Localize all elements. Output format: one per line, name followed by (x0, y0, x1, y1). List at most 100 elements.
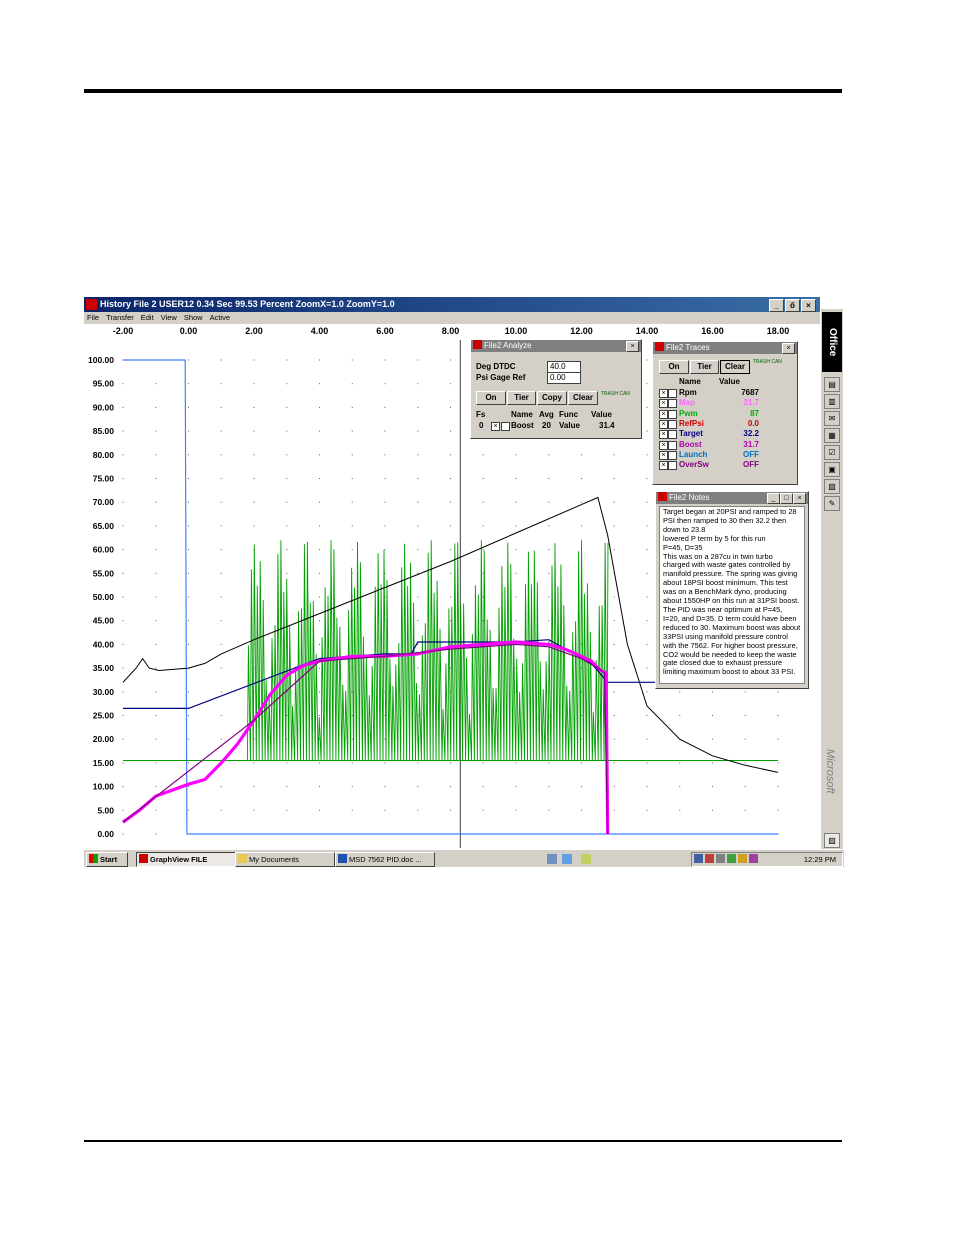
trace-checkbox-on[interactable]: × (659, 461, 668, 471)
tray-shield-icon[interactable] (705, 854, 714, 863)
msd-icon (473, 340, 482, 349)
trace-checkbox-off[interactable] (668, 389, 677, 398)
analyze-on-button[interactable]: On (476, 391, 506, 405)
window-controls: _ ő × (768, 298, 816, 313)
menu-transfer[interactable]: Transfer (106, 313, 134, 322)
grid-dot (122, 809, 124, 811)
office-open-icon[interactable]: ▥ (824, 394, 840, 409)
close-button[interactable]: × (801, 299, 816, 312)
notes-minimize-button[interactable]: _ (767, 493, 780, 504)
grid-dot (122, 454, 124, 456)
office-calendar-icon[interactable]: ▦ (824, 428, 840, 443)
notes-close-button[interactable]: × (793, 493, 806, 504)
grid-dot (220, 786, 222, 788)
trace-checkbox-off[interactable] (668, 461, 677, 471)
trace-value: 31.7 (743, 398, 759, 408)
trace-checkbox-on[interactable]: × (659, 399, 668, 409)
value-header: Value (591, 410, 612, 419)
grid-dot (122, 549, 124, 551)
grid-dot (188, 478, 189, 479)
menu-edit[interactable]: Edit (141, 313, 154, 322)
menu-active[interactable]: Active (210, 313, 230, 322)
analyze-panel: File2 Analyze × Deg DTDC 40.0 Psi Gage Re… (470, 339, 642, 439)
analyze-clear-button[interactable]: Clear (568, 391, 598, 405)
tray-volume-icon[interactable] (716, 854, 725, 863)
notes-text[interactable]: Target began at 20PSI and ramped to 28 P… (659, 506, 805, 684)
office-mail-icon[interactable]: ✉ (824, 411, 840, 426)
office-note-icon[interactable]: ✎ (824, 496, 840, 511)
grid-dot (482, 478, 484, 479)
grid-dot (515, 786, 517, 788)
trace-checkbox-off[interactable] (668, 430, 677, 440)
trace-checkbox-off[interactable] (668, 440, 677, 450)
traces-tier-button[interactable]: Tier (690, 360, 719, 374)
office-contact-icon[interactable]: ▣ (824, 462, 840, 477)
trace-checkbox-on[interactable]: × (659, 389, 668, 398)
task-my-documents-label: My Documents (249, 855, 300, 864)
y-tick-label: 20.00 (93, 734, 115, 744)
office-journal-icon[interactable]: ▧ (824, 479, 840, 494)
trace-checkbox-off[interactable] (668, 399, 677, 409)
grid-dot (417, 643, 419, 645)
analyze-copy-button[interactable]: Copy (537, 391, 567, 405)
office-new-icon[interactable]: ▤ (824, 377, 840, 392)
microsoft-brand: Microsoft (824, 749, 836, 794)
tray-printer-icon[interactable] (738, 854, 747, 863)
grid-dot (351, 809, 353, 811)
menu-show[interactable]: Show (184, 313, 203, 322)
traces-clear-button[interactable]: Clear (720, 360, 750, 374)
office-task-icon[interactable]: ☑ (824, 445, 840, 460)
y-tick-label: 40.00 (93, 639, 115, 649)
x-tick-label: 2.00 (245, 326, 263, 336)
restore-button[interactable]: ő (785, 299, 800, 312)
y-tick-label: 85.00 (93, 426, 115, 436)
trace-checkbox-on[interactable]: × (659, 450, 668, 460)
minimize-button[interactable]: _ (769, 299, 784, 312)
grid-dot (515, 454, 517, 456)
trace-checkbox-on[interactable]: × (659, 430, 668, 440)
trace-checkbox-on[interactable]: × (659, 440, 668, 450)
grid-dot (613, 786, 615, 788)
tray-misc-icon[interactable] (749, 854, 758, 863)
grid-dot (351, 715, 353, 716)
row-checkbox-on[interactable]: × (491, 422, 500, 431)
tray-network-icon[interactable] (694, 854, 703, 863)
trace-checkbox-on[interactable]: × (659, 419, 668, 429)
trash-can-icon[interactable]: TRASH CAN (601, 391, 631, 397)
msd-app-icon (86, 299, 97, 310)
grid-dot (188, 620, 189, 622)
traces-on-button[interactable]: On (659, 360, 689, 374)
trace-checkbox-off[interactable] (668, 419, 677, 429)
quicklaunch-desktop-icon[interactable] (547, 854, 557, 864)
grid-dot (384, 359, 386, 361)
start-button[interactable]: Start (86, 852, 128, 867)
task-my-documents[interactable]: My Documents (235, 852, 335, 867)
task-word-doc[interactable]: MSD 7562 PID.doc ... (335, 852, 435, 867)
trash-can-icon[interactable]: TRASH CAN (753, 359, 783, 365)
grid-dot (122, 715, 124, 716)
psi-gage-ref-field[interactable]: 0.00 (547, 372, 581, 384)
trace-checkbox-on[interactable]: × (659, 409, 668, 419)
quicklaunch-app-icon[interactable] (581, 854, 591, 864)
trace-checkbox-off[interactable] (668, 450, 677, 460)
menu-view[interactable]: View (161, 313, 177, 322)
row-checkbox-off[interactable] (501, 422, 510, 431)
notes-maximize-button[interactable]: □ (780, 493, 793, 504)
analyze-close-button[interactable]: × (626, 341, 639, 352)
grid-dot (122, 383, 124, 385)
task-graphview[interactable]: GraphView FILE (136, 852, 236, 867)
grid-dot (417, 406, 419, 408)
grid-dot (319, 383, 320, 385)
analyze-tier-button[interactable]: Tier (507, 391, 536, 405)
trace-checkbox-off[interactable] (668, 409, 677, 419)
office-bottom-icon[interactable]: ▨ (824, 833, 840, 848)
quicklaunch-browser-icon[interactable] (562, 854, 572, 864)
grid-dot (417, 786, 419, 788)
grid-dot (188, 549, 189, 551)
tray-update-icon[interactable] (727, 854, 736, 863)
grid-dot (253, 478, 255, 479)
traces-close-button[interactable]: × (782, 343, 795, 354)
grid-dot (450, 572, 451, 574)
grid-dot (548, 454, 550, 456)
menu-file[interactable]: File (87, 313, 99, 322)
